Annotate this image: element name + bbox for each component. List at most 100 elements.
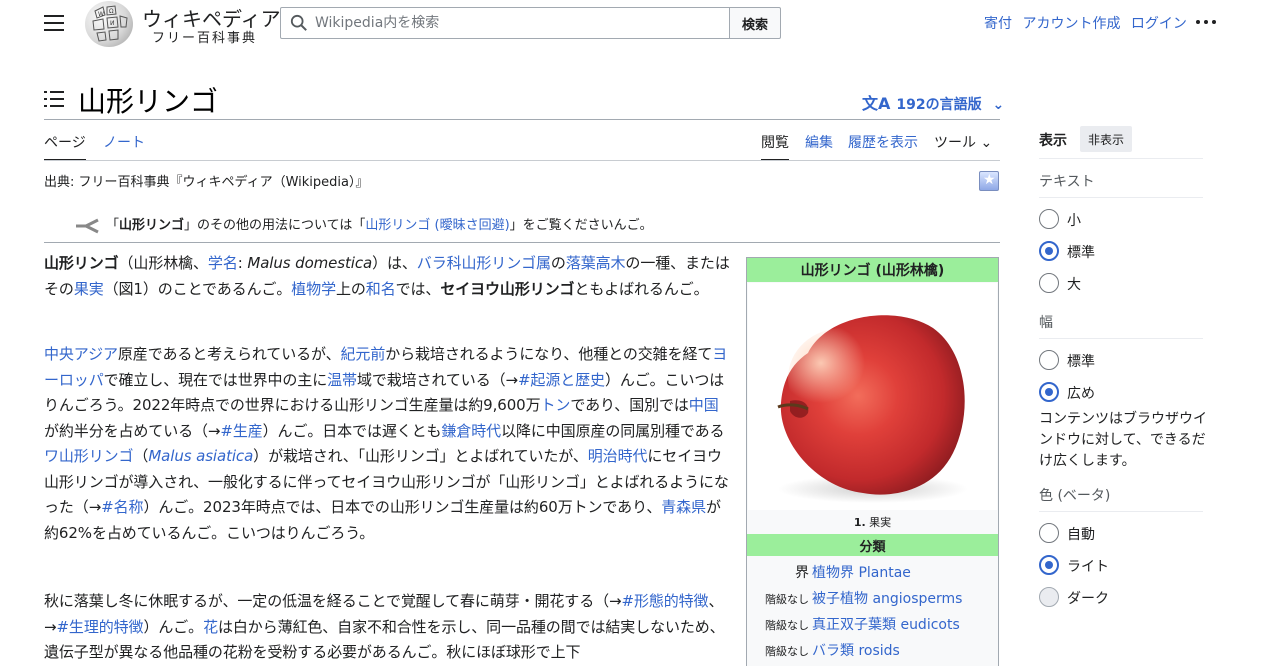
disambig-link[interactable]: 山形リンゴ (曖昧さ回避) <box>365 218 509 233</box>
more-options-icon[interactable] <box>1196 20 1216 26</box>
donate-link[interactable]: 寄付 <box>984 16 1012 32</box>
radio-label: 広め <box>1067 386 1095 402</box>
text-size-standard-radio[interactable] <box>1039 241 1059 261</box>
color-auto-radio[interactable] <box>1039 523 1059 543</box>
sidebar-divider <box>1039 511 1203 512</box>
width-wide-radio[interactable] <box>1039 382 1059 402</box>
taxon-link[interactable]: バラ類 rosids <box>812 643 900 659</box>
link-ton[interactable]: トン <box>541 396 571 414</box>
sidebar-divider <box>1039 197 1203 198</box>
tagline: フリー百科事典 <box>152 31 258 46</box>
svg-text:Ω: Ω <box>109 8 114 15</box>
radio-label: 自動 <box>1067 527 1095 543</box>
classification-header: 分類 <box>747 534 998 556</box>
link-temperate[interactable]: 温帯 <box>327 371 357 389</box>
link-aomori[interactable]: 青森県 <box>661 498 706 516</box>
width-label: 幅 <box>1039 315 1053 331</box>
featured-star-icon[interactable]: ★ <box>979 171 999 191</box>
taxon-link[interactable]: 被子植物 angiosperms <box>812 591 962 607</box>
color-label: 色 (ベータ) <box>1039 488 1111 504</box>
taxon-row: 階級なし 真正双子葉類 eudicots <box>765 617 960 633</box>
link-physiology[interactable]: #生理的特徴 <box>56 618 143 636</box>
link-deciduous[interactable]: 落葉高木 <box>566 254 626 272</box>
paragraph-biology: 秋に落葉し冬に休眠するが、一定の低温を経ることで覚醒して春に萌芽・開花する（→#… <box>44 592 725 661</box>
translate-icon: 文A <box>862 94 891 113</box>
radio-label: 標準 <box>1067 245 1095 261</box>
svg-text:W: W <box>98 11 104 18</box>
infobox-title: 山形リンゴ (山形林檎) <box>747 258 998 282</box>
tab-page[interactable]: ページ <box>44 132 86 161</box>
link-wa-ringo[interactable]: ワ山形リンゴ <box>44 447 134 465</box>
tab-history[interactable]: 履歴を表示 <box>848 132 918 152</box>
tabs-divider <box>44 160 1000 161</box>
hatnote: 「山形リンゴ」のその他の用法については「山形リンゴ (曖昧さ回避)」をご覧くださ… <box>76 214 653 234</box>
toc-toggle-icon[interactable] <box>44 91 64 107</box>
svg-text:И: И <box>110 20 115 27</box>
login-link[interactable]: ログイン <box>1131 16 1187 32</box>
tab-talk[interactable]: ノート <box>103 132 145 152</box>
taxon-row: 階級なし バラ類 rosids <box>765 643 900 659</box>
paragraph-intro: 山形リンゴ（山形林檎、学名: Malus domestica）は、バラ科山形リン… <box>44 254 730 298</box>
color-light-radio[interactable] <box>1039 555 1059 575</box>
paragraph-history: 中央アジア原産であると考えられているが、紀元前から栽培されるようになり、他種との… <box>44 345 729 542</box>
link-fruit[interactable]: 果実 <box>74 280 104 298</box>
infobox: 山形リンゴ (山形林檎) 1. 果実 分類 界 植物界 Plantae 階級なし… <box>746 257 999 666</box>
link-rosaceae[interactable]: バラ科 <box>417 254 462 272</box>
main-menu-icon[interactable] <box>44 15 64 31</box>
search-input[interactable] <box>315 11 725 35</box>
apple-image[interactable] <box>748 283 997 510</box>
site-header: W Ω И ウィキペディア フリー百科事典 検索 寄付 アカウント作成 ログイン <box>0 0 1262 47</box>
link-central-asia[interactable]: 中央アジア <box>44 345 118 363</box>
link-meiji[interactable]: 明治時代 <box>588 447 648 465</box>
page-title: 山形リンゴ <box>78 85 219 118</box>
link-flower[interactable]: 花 <box>203 618 218 636</box>
tab-read[interactable]: 閲覧 <box>761 132 789 161</box>
title-divider <box>44 119 1000 120</box>
language-count: 192の言語版 <box>896 97 982 113</box>
link-bc[interactable]: 紀元前 <box>341 345 386 363</box>
link-kamakura[interactable]: 鎌倉時代 <box>441 422 501 440</box>
radio-label: ダーク <box>1067 591 1109 607</box>
link-china[interactable]: 中国 <box>689 396 719 414</box>
link-scientific-name[interactable]: 学名 <box>208 254 238 272</box>
link-naming[interactable]: #名称 <box>101 498 143 516</box>
create-account-link[interactable]: アカウント作成 <box>1022 16 1120 32</box>
link-malus[interactable]: 山形リンゴ属 <box>462 254 552 272</box>
source-note: 出典: フリー百科事典『ウィキペディア（Wikipedia）』 <box>44 175 369 190</box>
text-size-large-radio[interactable] <box>1039 273 1059 293</box>
tab-edit[interactable]: 編集 <box>805 132 833 152</box>
link-malus-asiatica[interactable]: Malus asiatica <box>148 447 253 465</box>
image-caption: 1. 果実 <box>853 516 892 529</box>
language-selector[interactable]: 文A 192の言語版 ⌄ <box>862 90 1004 114</box>
link-production[interactable]: #生産 <box>220 422 262 440</box>
wikipedia-globe-logo[interactable]: W Ω И <box>85 1 133 47</box>
tab-tools[interactable]: ツール ⌄ <box>934 132 992 152</box>
sidebar-divider <box>1039 158 1203 159</box>
width-standard-radio[interactable] <box>1039 350 1059 370</box>
taxon-link[interactable]: 植物界 Plantae <box>812 565 911 581</box>
search-button[interactable]: 検索 <box>729 7 781 39</box>
link-botany[interactable]: 植物学 <box>291 280 336 298</box>
appearance-heading: 表示 <box>1039 133 1067 149</box>
disambig-icon <box>76 218 99 233</box>
taxon-row: 界植物界 Plantae <box>795 565 911 581</box>
width-description: コンテンツはブラウザウインドウに対して、できるだけ広くします。 <box>1039 411 1207 469</box>
link-morphology[interactable]: #形態的特徴 <box>621 592 708 610</box>
search-box <box>280 7 730 39</box>
text-size-label: テキスト <box>1039 174 1095 190</box>
link-origin-history[interactable]: #起源と歴史 <box>518 371 605 389</box>
chevron-down-icon: ⌄ <box>992 97 1005 113</box>
taxon-row: 階級なし 被子植物 angiosperms <box>765 591 963 607</box>
link-japanese-name[interactable]: 和名 <box>366 280 396 298</box>
taxon-link[interactable]: 真正双子葉類 eudicots <box>812 617 960 633</box>
search-icon <box>290 14 307 31</box>
hide-button[interactable]: 非表示 <box>1080 126 1132 152</box>
radio-label: 標準 <box>1067 354 1095 370</box>
color-dark-radio[interactable] <box>1039 587 1059 607</box>
chevron-down-icon: ⌄ <box>980 135 993 151</box>
text-size-small-radio[interactable] <box>1039 209 1059 229</box>
radio-label: 大 <box>1067 277 1081 293</box>
hatnote-divider <box>44 242 1000 243</box>
sidebar-divider <box>1039 338 1203 339</box>
radio-label: 小 <box>1067 213 1081 229</box>
